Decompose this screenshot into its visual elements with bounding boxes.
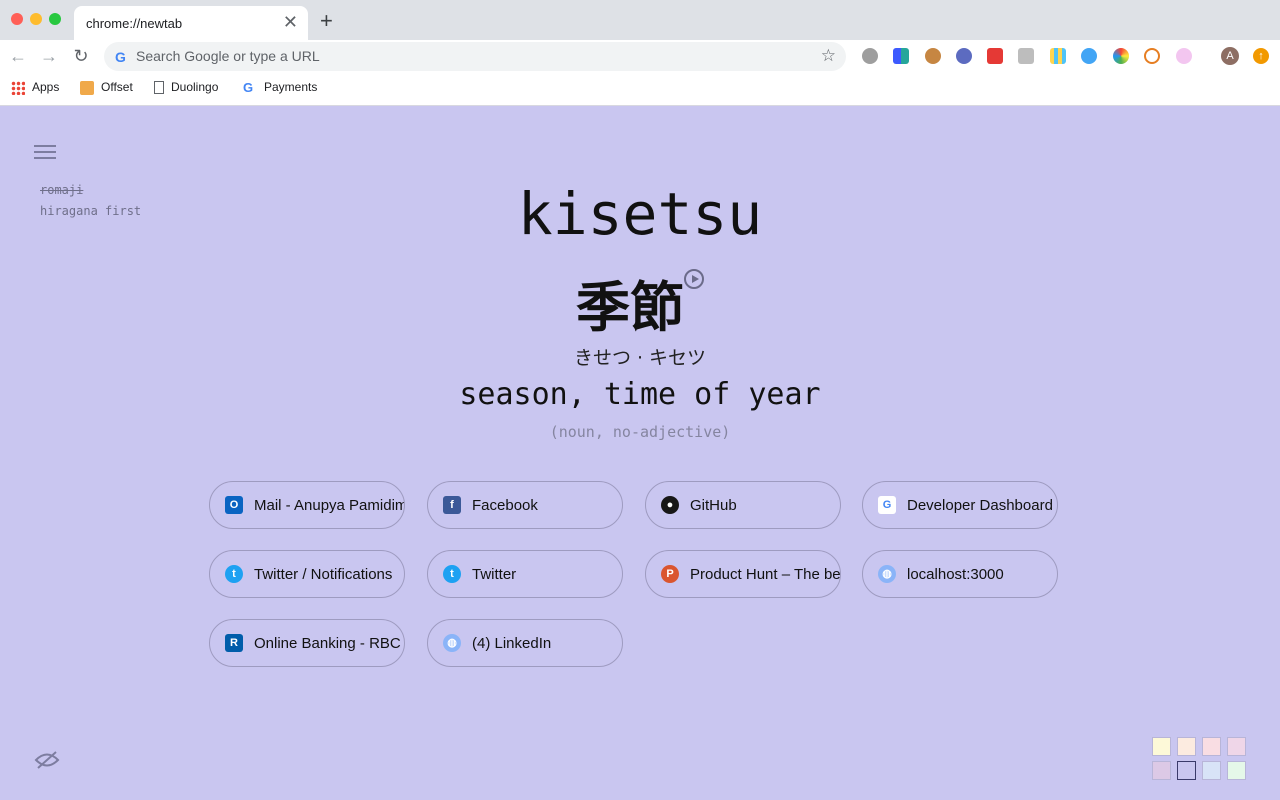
forward-button[interactable]: → xyxy=(38,45,60,67)
theme-swatch[interactable] xyxy=(1202,761,1221,780)
bookmark-label: Payments xyxy=(264,80,318,94)
shortcut-label: GitHub xyxy=(690,497,737,514)
word-kanji: 季節 xyxy=(576,276,684,339)
shortcut-label: (4) LinkedIn xyxy=(472,635,552,652)
tab-title: chrome://newtab xyxy=(86,16,183,31)
rbc-icon: R xyxy=(225,634,243,652)
menu-icon[interactable] xyxy=(34,145,56,160)
bookmark-label: Duolingo xyxy=(171,80,219,94)
shortcut-tile[interactable]: ● GitHub xyxy=(645,481,841,529)
update-icon[interactable]: ↑ xyxy=(1253,48,1269,64)
word-kana: きせつ · キセツ xyxy=(573,347,707,369)
apps-grid-icon xyxy=(11,80,25,95)
shortcut-tile[interactable]: P Product Hunt – The best new products xyxy=(645,550,841,598)
theme-swatch[interactable] xyxy=(1177,761,1196,780)
extension-orange-icon[interactable] xyxy=(1144,48,1160,64)
google-icon: G xyxy=(115,49,126,65)
bookmark-apps[interactable]: Apps xyxy=(11,80,59,95)
omnibox-placeholder[interactable]: Search Google or type a URL xyxy=(136,48,320,64)
extension-cookie-icon[interactable] xyxy=(925,48,941,64)
facebook-icon: f xyxy=(443,496,461,514)
theme-swatch[interactable] xyxy=(1202,737,1221,756)
extension-grid-icon[interactable] xyxy=(1050,48,1066,64)
browser-chrome: chrome://newtab ✕ + ← → ↻ G Search Googl… xyxy=(0,0,1280,106)
theme-swatch[interactable] xyxy=(1177,737,1196,756)
hide-eye-icon[interactable] xyxy=(34,750,60,770)
shortcut-tile[interactable]: R Online Banking - RBC Royal Bank xyxy=(209,619,405,667)
shortcut-label: Twitter / Notifications xyxy=(254,566,393,583)
tab-close-icon[interactable]: ✕ xyxy=(283,12,298,33)
reload-button[interactable]: ↻ xyxy=(70,45,92,67)
shortcut-tile[interactable]: G Developer Dashboard - Chrome Web Store xyxy=(862,481,1058,529)
extension-bars-icon[interactable] xyxy=(893,48,909,64)
bookmark-offset[interactable]: Offset xyxy=(80,80,133,95)
tab-strip: chrome://newtab ✕ + xyxy=(0,0,1280,40)
github-icon: ● xyxy=(661,496,679,514)
shortcut-label: Mail - Anupya Pamidimukkala - Outlook xyxy=(254,497,404,514)
shortcut-label: Online Banking - RBC Royal Bank xyxy=(254,635,404,652)
twitter-icon: t xyxy=(225,565,243,583)
shortcut-label: Developer Dashboard - Chrome Web Store xyxy=(907,497,1057,514)
google-icon: G xyxy=(243,79,254,95)
close-window-icon[interactable] xyxy=(11,13,23,25)
minimize-window-icon[interactable] xyxy=(30,13,42,25)
theme-swatch[interactable] xyxy=(1152,761,1171,780)
theme-swatch[interactable] xyxy=(1227,737,1246,756)
omnibox[interactable]: G Search Google or type a URL ☆ xyxy=(104,42,846,71)
word-meaning: season, time of year xyxy=(459,377,821,412)
google-icon: G xyxy=(878,496,896,514)
shortcut-label: Twitter xyxy=(472,566,517,583)
globe-icon: ◍ xyxy=(443,634,461,652)
bookmark-duolingo[interactable]: Duolingo xyxy=(154,80,219,95)
shortcut-tile[interactable]: ◍ (4) LinkedIn xyxy=(427,619,623,667)
bookmark-label: Apps xyxy=(32,80,60,94)
twitter-icon: t xyxy=(443,565,461,583)
shortcut-label: Product Hunt – The best new products xyxy=(690,566,841,583)
play-audio-icon[interactable] xyxy=(684,269,704,289)
maximize-window-icon[interactable] xyxy=(49,13,61,25)
product-hunt-icon: P xyxy=(661,565,679,583)
shortcut-tile[interactable]: f Facebook xyxy=(427,481,623,529)
bookmark-star-icon[interactable]: ☆ xyxy=(821,46,836,66)
shortcut-tile[interactable]: t Twitter / Notifications xyxy=(209,550,405,598)
profile-avatar[interactable]: A xyxy=(1221,47,1239,65)
outlook-icon: O xyxy=(225,496,243,514)
new-tab-button[interactable]: + xyxy=(320,8,333,34)
theme-swatch[interactable] xyxy=(1152,737,1171,756)
back-button[interactable]: ← xyxy=(7,45,29,67)
page-icon xyxy=(154,81,164,95)
extension-face-icon[interactable] xyxy=(956,48,972,64)
extension-m-icon[interactable] xyxy=(862,48,878,64)
offset-icon xyxy=(80,80,94,95)
extension-pink-icon[interactable] xyxy=(1176,48,1192,64)
word-part-of-speech: (noun, no-adjective) xyxy=(549,423,731,441)
extension-red-icon[interactable] xyxy=(987,48,1003,64)
globe-icon: ◍ xyxy=(878,565,896,583)
word-kanji-row: 季節 xyxy=(0,263,1280,342)
theme-swatch[interactable] xyxy=(1227,761,1246,780)
extension-color-icon[interactable] xyxy=(1113,48,1129,64)
extension-crx-icon[interactable] xyxy=(1018,48,1034,64)
extension-pulse-icon[interactable] xyxy=(1081,48,1097,64)
shortcut-tile[interactable]: ◍ localhost:3000 xyxy=(862,550,1058,598)
shortcut-tile[interactable]: t Twitter xyxy=(427,550,623,598)
tab-newtab[interactable]: chrome://newtab ✕ xyxy=(74,6,308,40)
shortcut-tile[interactable]: O Mail - Anupya Pamidimukkala - Outlook xyxy=(209,481,405,529)
word-romaji: kisetsu xyxy=(517,180,763,248)
bookmark-payments[interactable]: G Payments xyxy=(243,80,317,95)
shortcut-label: Facebook xyxy=(472,497,538,514)
shortcut-label: localhost:3000 xyxy=(907,566,1004,583)
bookmark-label: Offset xyxy=(101,80,133,94)
